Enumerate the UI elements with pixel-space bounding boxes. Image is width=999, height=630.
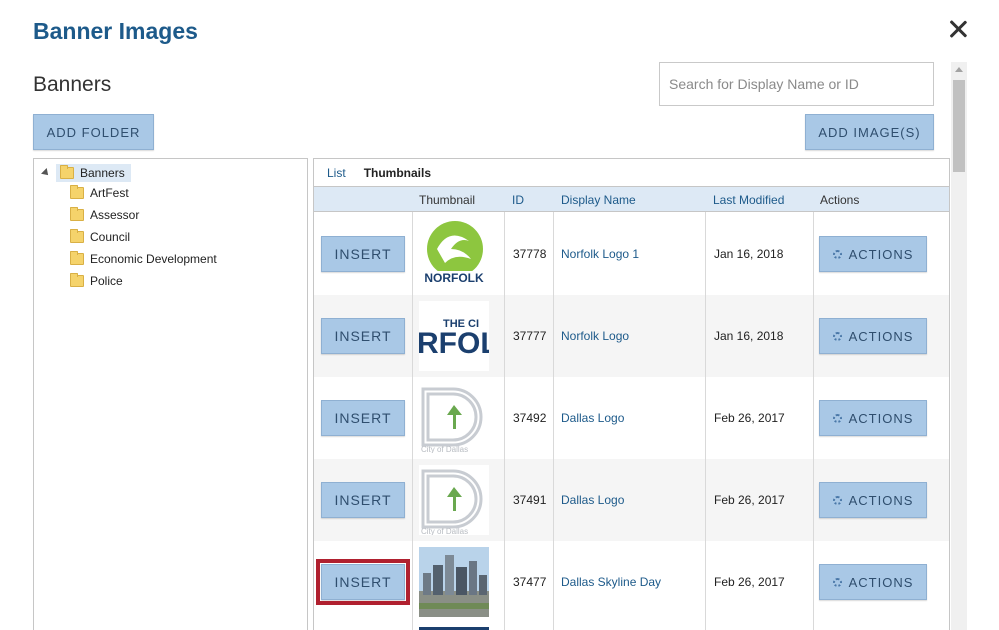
table-row: INSERT City of Dallas 37492 Dallas Logo …: [314, 377, 949, 459]
tree-item-council[interactable]: Council: [70, 227, 130, 247]
cell-display-name[interactable]: Norfolk Logo: [561, 329, 629, 343]
insert-button[interactable]: INSERT: [321, 236, 405, 272]
insert-button[interactable]: INSERT: [321, 318, 405, 354]
close-icon[interactable]: [946, 17, 970, 41]
tree-item-label: Assessor: [90, 208, 140, 222]
insert-button[interactable]: INSERT: [321, 482, 405, 518]
table-row: INSERT 37477 Dallas Skyline Day Feb 26, …: [314, 541, 949, 623]
cell-last-modified: Feb 26, 2017: [714, 411, 785, 425]
gear-icon: [832, 249, 842, 259]
tree-root-label[interactable]: Banners: [56, 164, 131, 182]
header-actions: Actions: [820, 193, 860, 207]
actions-button[interactable]: ACTIONS: [819, 318, 927, 354]
cell-last-modified: Feb 26, 2017: [714, 493, 785, 507]
actions-button[interactable]: ACTIONS: [819, 400, 927, 436]
cell-display-name[interactable]: Dallas Logo: [561, 411, 624, 425]
actions-button[interactable]: ACTIONS: [819, 236, 927, 272]
insert-button[interactable]: INSERT: [316, 559, 410, 605]
actions-label: ACTIONS: [848, 246, 914, 262]
thumbnail-image[interactable]: [419, 547, 489, 617]
cell-id: 37777: [513, 329, 547, 343]
column-divider: [813, 212, 814, 630]
add-folder-button[interactable]: ADD FOLDER: [33, 114, 154, 150]
actions-button[interactable]: ACTIONS: [819, 482, 927, 518]
expand-toggle-icon[interactable]: [41, 168, 51, 178]
thumb-text: RFOL: [419, 327, 489, 360]
actions-label: ACTIONS: [848, 492, 914, 508]
tree-item-label: Police: [90, 274, 123, 288]
folder-icon: [70, 229, 84, 243]
tree-item-label: ArtFest: [90, 186, 129, 200]
table-header: Thumbnail ID Display Name Last Modified …: [314, 186, 949, 212]
column-divider: [553, 212, 554, 630]
cell-display-name[interactable]: Norfolk Logo 1: [561, 247, 639, 261]
cell-id: 37477: [513, 575, 547, 589]
image-list-panel: List Thumbnails Thumbnail ID Display Nam…: [313, 158, 950, 630]
tree-item-economic-development[interactable]: Economic Development: [70, 249, 217, 269]
actions-label: ACTIONS: [848, 574, 914, 590]
folder-icon: [70, 251, 84, 265]
actions-button[interactable]: ACTIONS: [819, 564, 927, 600]
folder-icon: [70, 207, 84, 221]
cell-display-name[interactable]: Dallas Skyline Day: [561, 575, 661, 589]
tree-item-label: Council: [90, 230, 131, 244]
folder-icon: [70, 185, 84, 199]
folder-icon: [70, 273, 84, 287]
thumb-text: City of Dallas: [421, 527, 468, 535]
column-divider: [705, 212, 706, 630]
cell-last-modified: Jan 16, 2018: [714, 329, 784, 343]
header-last-modified[interactable]: Last Modified: [713, 193, 784, 207]
gear-icon: [832, 331, 842, 341]
view-tabs: List Thumbnails: [314, 159, 949, 186]
add-image-button[interactable]: ADD IMAGE(S): [805, 114, 934, 150]
tab-thumbnails[interactable]: Thumbnails: [364, 166, 431, 180]
tree-root-text: Banners: [80, 166, 125, 180]
dialog-title: Banner Images: [33, 18, 198, 44]
actions-label: ACTIONS: [848, 410, 914, 426]
search-input[interactable]: [659, 62, 934, 106]
tree-item-artfest[interactable]: ArtFest: [70, 183, 129, 203]
cell-id: 37778: [513, 247, 547, 261]
cell-last-modified: Jan 16, 2018: [714, 247, 784, 261]
thumbnail-image[interactable]: NORFOLK: [419, 219, 489, 289]
table-row: INSERT NORFOLK 37778 Norfolk Logo 1 Jan …: [314, 213, 949, 295]
tree-item-police[interactable]: Police: [70, 271, 123, 291]
folder-open-icon: [60, 165, 74, 179]
cell-display-name[interactable]: Dallas Logo: [561, 493, 624, 507]
cell-id: 37492: [513, 411, 547, 425]
actions-label: ACTIONS: [848, 328, 914, 344]
section-title: Banners: [33, 73, 112, 96]
scroll-up-icon[interactable]: [955, 67, 963, 72]
column-divider: [504, 212, 505, 630]
thumbnail-image[interactable]: City of Dallas: [419, 383, 489, 453]
cell-last-modified: Feb 26, 2017: [714, 575, 785, 589]
cell-id: 37491: [513, 493, 547, 507]
header-thumbnail: Thumbnail: [419, 193, 476, 207]
header-id[interactable]: ID: [512, 193, 524, 207]
tree-item-assessor[interactable]: Assessor: [70, 205, 139, 225]
thumb-text: City of Dallas: [421, 445, 468, 453]
table-row: INSERT THE CI RFOL 37777 Norfolk Logo Ja…: [314, 295, 949, 377]
thumbnail-image[interactable]: City of Dallas: [419, 465, 489, 535]
page-scrollbar[interactable]: [951, 62, 967, 630]
tree-root[interactable]: Banners: [41, 163, 131, 183]
gear-icon: [832, 577, 842, 587]
gear-icon: [832, 413, 842, 423]
thumbnail-image[interactable]: THE CI RFOL: [419, 301, 489, 371]
scroll-thumb[interactable]: [953, 80, 965, 172]
insert-button[interactable]: INSERT: [321, 400, 405, 436]
gear-icon: [832, 495, 842, 505]
table-row: INSERT City of Dallas 37491 Dallas Logo …: [314, 459, 949, 541]
folder-tree: Banners ArtFest Assessor Council Economi…: [33, 158, 308, 630]
column-divider: [412, 212, 413, 630]
tab-list[interactable]: List: [327, 166, 346, 180]
tree-item-label: Economic Development: [90, 252, 217, 266]
header-display-name[interactable]: Display Name: [561, 193, 636, 207]
thumb-text: NORFOLK: [424, 271, 484, 285]
